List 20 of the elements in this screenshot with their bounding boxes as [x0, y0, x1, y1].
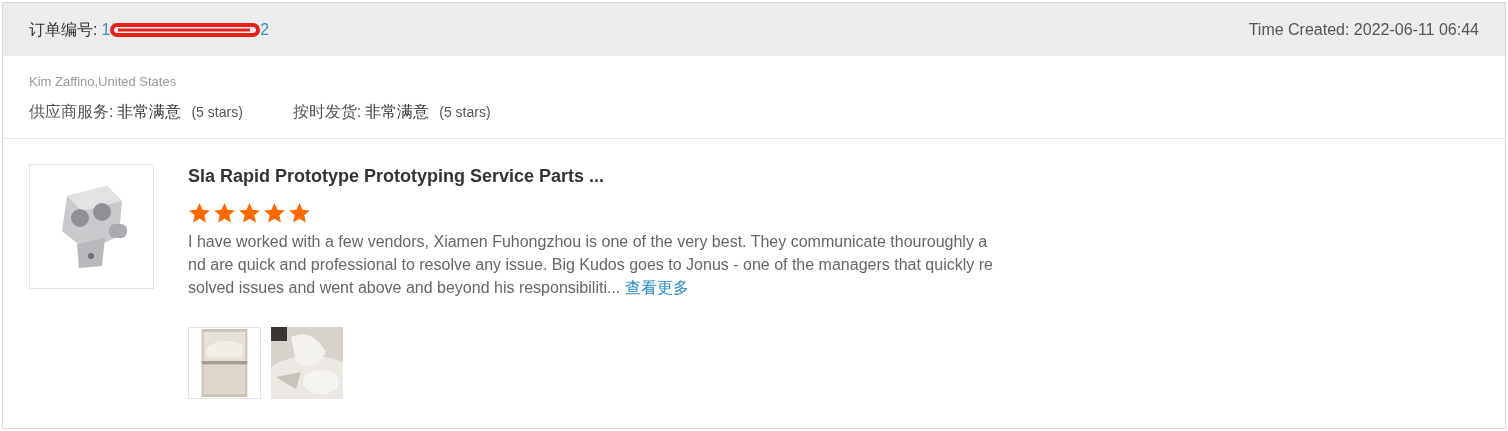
order-number: 1	[101, 19, 111, 40]
star-icon	[213, 201, 236, 224]
see-more-link[interactable]: 查看更多	[624, 278, 689, 296]
rating-label: 按时发货:	[292, 101, 362, 122]
star-icon	[263, 201, 286, 224]
product-title[interactable]: Sla Rapid Prototype Prototyping Service Parts ...	[188, 162, 996, 190]
rating-value: 非常满意	[365, 101, 430, 122]
rating-note: (5 stars)	[191, 102, 243, 122]
time-created: Time Created: 2022-06-11 06:44	[1248, 19, 1479, 40]
star-icon	[238, 201, 261, 224]
star-icon	[188, 201, 211, 224]
rating-label: 供应商服务:	[29, 101, 114, 122]
review-text: I have worked with a few vendors, Xiamen Fuhongzhou is one of the very best. They communicate thouroughly and are quick and professional to resolve any issue. Big Kudos goes to Jonus - one of the managers that quickly resolved issues and went above and beyond his responsibiliti... 查看更多	[188, 231, 994, 298]
rating-note: (5 stars)	[439, 102, 491, 122]
rating-value: 非常满意	[117, 101, 182, 122]
order-number-label: 订单编号:	[29, 19, 98, 40]
buyer-name: Kim Zaffino,United States	[29, 73, 178, 91]
product-image[interactable]	[29, 163, 154, 289]
order-number: 2	[260, 19, 270, 40]
star-icon	[288, 201, 311, 224]
